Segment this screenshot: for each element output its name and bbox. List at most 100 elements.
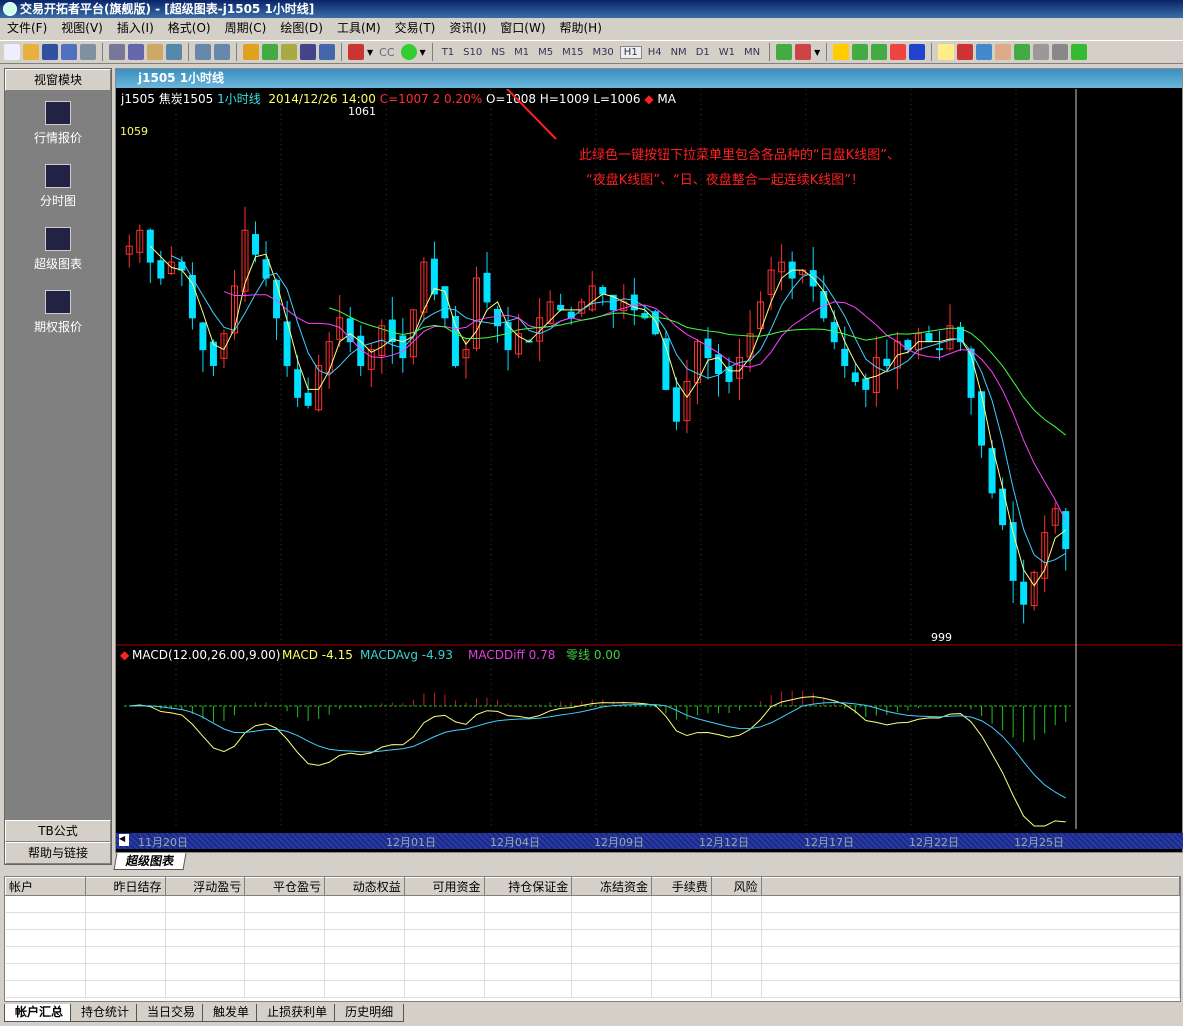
timeframe-m15[interactable]: M15 — [559, 47, 586, 58]
price-chart[interactable]: 1059 1061 999 此绿色一键按钮下拉菜单里包含各品种的“日盘K线图”、 “夜盘… — [116, 89, 1182, 833]
print-icon[interactable] — [80, 44, 96, 60]
bottom-tab[interactable]: 历史明细 — [334, 1004, 405, 1022]
menu-item[interactable]: 插入(I) — [110, 18, 161, 38]
timeframe-m1[interactable]: M1 — [511, 47, 532, 58]
timeframe-w1[interactable]: W1 — [716, 47, 738, 58]
menu-item[interactable]: 绘图(D) — [273, 18, 330, 38]
new-file-icon[interactable] — [4, 44, 20, 60]
quote-icon[interactable] — [281, 44, 297, 60]
sidebar-item-time-share[interactable]: 分时图 — [5, 164, 111, 217]
candle — [388, 319, 396, 343]
menu-item[interactable]: 资讯(I) — [442, 18, 493, 38]
cart-icon[interactable] — [871, 44, 888, 60]
column-header[interactable]: 帐户 — [5, 877, 86, 896]
green-session-button-icon[interactable] — [400, 44, 417, 60]
dropdown-arrow-icon[interactable]: ▼ — [814, 48, 820, 57]
column-header[interactable]: 持仓保证金 — [483, 877, 573, 896]
sidebar-item-quote-board[interactable]: 行情报价 — [5, 101, 111, 154]
menu-item[interactable]: 工具(M) — [330, 18, 388, 38]
trader-icon[interactable] — [852, 44, 869, 60]
bottom-tab[interactable]: 止损获利单 — [256, 1004, 339, 1022]
bottom-tab[interactable]: 当日交易 — [136, 1004, 207, 1022]
lock-icon[interactable] — [243, 44, 259, 60]
link-icon[interactable] — [1033, 44, 1050, 60]
sidebar-item-super-chart[interactable]: 超级图表 — [5, 227, 111, 280]
panel-icon[interactable] — [319, 44, 335, 60]
save-icon[interactable] — [42, 44, 58, 60]
table-cell — [244, 912, 325, 930]
comment-icon[interactable] — [938, 44, 955, 60]
menu-item[interactable]: 周期(C) — [218, 18, 274, 38]
column-header[interactable]: 冻结资金 — [571, 877, 652, 896]
bottom-tab[interactable]: 持仓统计 — [70, 1004, 141, 1022]
timeframe-m30[interactable]: M30 — [589, 47, 616, 58]
table-cell — [165, 946, 246, 964]
save-all-icon[interactable] — [61, 44, 77, 60]
column-header[interactable]: 平仓盈亏 — [244, 877, 325, 896]
export-icon[interactable] — [214, 44, 230, 60]
sidebar-item-option-quote[interactable]: 期权报价 — [5, 290, 111, 343]
column-header[interactable]: 动态权益 — [324, 877, 405, 896]
timeframe-h1[interactable]: H1 — [619, 45, 642, 59]
timeframe-ns[interactable]: NS — [488, 47, 508, 58]
list-icon[interactable] — [300, 44, 316, 60]
timeframe-h4[interactable]: H4 — [645, 47, 665, 58]
bottom-tab[interactable]: 触发单 — [202, 1004, 261, 1022]
color-icon[interactable] — [795, 44, 812, 60]
candle — [925, 333, 933, 343]
tab-super-chart[interactable]: 超级图表 — [113, 853, 187, 870]
user-icon[interactable] — [262, 44, 278, 60]
menu-item[interactable]: 帮助(H) — [553, 18, 609, 38]
timeframe-m5[interactable]: M5 — [535, 47, 556, 58]
refresh-icon[interactable] — [1071, 44, 1088, 60]
keyboard-icon[interactable] — [166, 44, 182, 60]
layout-icon[interactable] — [109, 44, 125, 60]
candle — [483, 272, 491, 303]
column-header[interactable]: 手续费 — [650, 877, 712, 896]
column-header[interactable]: 可用资金 — [403, 877, 485, 896]
help-links-button[interactable]: 帮助与链接 — [5, 842, 111, 864]
table-cell — [711, 895, 762, 913]
timeframe-s10[interactable]: S10 — [460, 47, 485, 58]
app-logo-icon — [3, 2, 17, 16]
timeframe-mn[interactable]: MN — [741, 47, 763, 58]
ma3-line — [149, 245, 1067, 587]
window-title: 交易开拓者平台(旗舰版) - [超级图表-j1505 1小时线] — [20, 2, 315, 16]
buy-icon[interactable] — [890, 44, 907, 60]
menu-item[interactable]: 格式(O) — [161, 18, 218, 38]
sidebar-item-label: 期权报价 — [33, 320, 82, 334]
low-label: 999 — [931, 631, 952, 644]
hand-icon[interactable] — [995, 44, 1012, 60]
candle — [851, 372, 859, 382]
chart-type-icon[interactable] — [348, 44, 364, 60]
menu-item[interactable]: 文件(F) — [0, 18, 54, 38]
timeframe-nm[interactable]: NM — [668, 47, 690, 58]
zoom-icon[interactable] — [976, 44, 993, 60]
column-header[interactable]: 风险 — [710, 877, 762, 896]
pin-icon[interactable] — [1014, 44, 1031, 60]
menu-item[interactable]: 交易(T) — [388, 18, 443, 38]
timeframe-t1[interactable]: T1 — [439, 47, 457, 58]
cc-button[interactable]: CC — [376, 46, 397, 59]
bottom-tab[interactable]: 帐户汇总 — [4, 1004, 75, 1022]
scroll-left-button[interactable]: ◀ — [119, 834, 129, 846]
date-tick: 12月22日 — [909, 836, 959, 849]
edit-icon[interactable] — [147, 44, 163, 60]
dropdown-arrow-icon[interactable]: ▼ — [367, 48, 373, 57]
cursor-icon[interactable] — [957, 44, 974, 60]
indicator-icon[interactable] — [776, 44, 793, 60]
lightning-icon[interactable] — [833, 44, 850, 60]
date-axis[interactable]: ◀ 11月20日 12月01日 12月04日 12月09日 12月12日 12月17日 12月… — [116, 833, 1183, 849]
window-icon[interactable] — [128, 44, 144, 60]
menu-item[interactable]: 窗口(W) — [493, 18, 552, 38]
open-icon[interactable] — [23, 44, 39, 60]
menu-item[interactable]: 视图(V) — [54, 18, 110, 38]
dropdown-arrow-icon[interactable]: ▼ — [420, 48, 426, 57]
sell-icon[interactable] — [909, 44, 926, 60]
column-header[interactable]: 浮动盈亏 — [164, 877, 246, 896]
timeframe-d1[interactable]: D1 — [693, 47, 713, 58]
center-icon[interactable] — [1052, 44, 1069, 60]
tb-formula-button[interactable]: TB公式 — [5, 820, 111, 842]
import-icon[interactable] — [195, 44, 211, 60]
column-header[interactable]: 昨日结存 — [84, 877, 166, 896]
